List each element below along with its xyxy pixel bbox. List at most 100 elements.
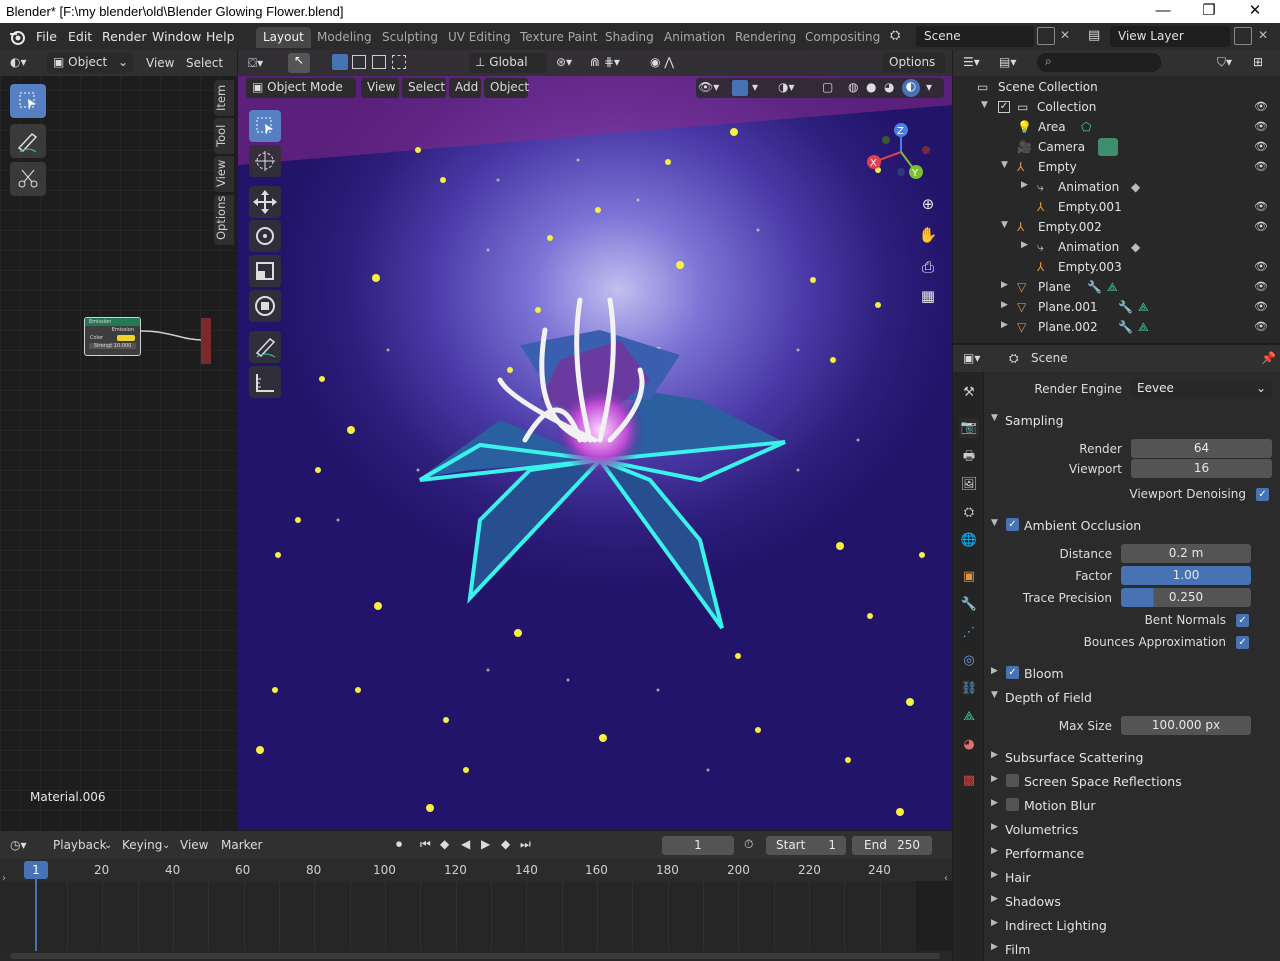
xray-icon[interactable]: ▢ bbox=[822, 80, 833, 94]
ao-trace-precision-slider[interactable]: 0.250 bbox=[1121, 588, 1251, 607]
menu-view[interactable]: View bbox=[361, 78, 399, 98]
select-invert-icon[interactable] bbox=[392, 55, 406, 69]
outliner-row-empty-002[interactable]: ▼ ⅄ Empty.002 👁 bbox=[955, 217, 1278, 237]
menu-edit[interactable]: Edit bbox=[68, 29, 92, 44]
bounces-approximation-checkbox[interactable]: ✓ bbox=[1236, 636, 1249, 649]
select-box-tool[interactable] bbox=[249, 110, 281, 142]
measure-tool[interactable] bbox=[249, 366, 281, 398]
rotate-tool[interactable] bbox=[249, 220, 281, 252]
play-icon[interactable]: ▶ bbox=[481, 837, 490, 851]
tab-options[interactable]: Options bbox=[214, 195, 234, 245]
bloom-panel-header[interactable]: ▶ ✓ Bloom bbox=[988, 662, 1274, 684]
tab-animation[interactable]: Animation bbox=[657, 27, 732, 48]
material-shading-icon[interactable]: ◕ bbox=[884, 80, 894, 94]
render-engine-dropdown[interactable]: Eevee ⌄ bbox=[1131, 379, 1272, 398]
output-tab-icon[interactable]: 🖶 bbox=[959, 447, 979, 467]
tab-view[interactable]: View bbox=[214, 156, 234, 192]
editor-type-icon[interactable]: ◐▾ bbox=[10, 55, 27, 69]
motion-blur-panel-header[interactable]: ▶ Motion Blur bbox=[988, 794, 1274, 816]
menu-playback[interactable]: Playback bbox=[53, 838, 107, 852]
max-size-field[interactable]: 100.000 px bbox=[1121, 716, 1251, 735]
subsurface-scattering-panel-header[interactable]: ▶ Subsurface Scattering bbox=[988, 746, 1274, 768]
camera-view-icon[interactable]: ⎙ bbox=[918, 258, 938, 278]
pan-hand-icon[interactable]: ✋ bbox=[918, 226, 938, 246]
volumetrics-panel-header[interactable]: ▶ Volumetrics bbox=[988, 818, 1274, 840]
menu-view[interactable]: View bbox=[180, 838, 208, 852]
scene-field[interactable]: Scene bbox=[916, 26, 1034, 47]
outliner-row-empty-003[interactable]: ⅄ Empty.003 👁 bbox=[955, 257, 1278, 277]
eye-icon[interactable]: 👁 bbox=[1254, 120, 1268, 133]
pin-icon[interactable]: 📌 bbox=[1261, 351, 1276, 365]
select-mode-button[interactable]: ↖ bbox=[288, 53, 310, 73]
eye-icon[interactable]: 👁 bbox=[1254, 300, 1268, 313]
menu-view[interactable]: View bbox=[146, 56, 174, 70]
outliner-row-animation-2[interactable]: ▶ ⤷ Animation ◆ bbox=[955, 237, 1278, 257]
performance-panel-header[interactable]: ▶ Performance bbox=[988, 842, 1274, 864]
hair-panel-header[interactable]: ▶ Hair bbox=[988, 866, 1274, 888]
menu-select[interactable]: Select bbox=[402, 78, 446, 98]
select-new-icon[interactable] bbox=[332, 54, 348, 70]
tab-compositing[interactable]: Compositing bbox=[798, 27, 887, 48]
menu-object[interactable]: Object bbox=[484, 78, 529, 98]
menu-select[interactable]: Select bbox=[186, 56, 223, 70]
tab-texture-paint[interactable]: Texture Paint bbox=[513, 27, 604, 48]
play-reverse-icon[interactable]: ◀ bbox=[461, 837, 470, 851]
select-subtract-icon[interactable] bbox=[372, 55, 386, 69]
menu-window[interactable]: Window bbox=[152, 29, 201, 44]
object-tab-icon[interactable]: ▣ bbox=[959, 567, 979, 587]
zoom-icon[interactable]: ⊕ bbox=[918, 195, 938, 215]
eye-icon[interactable]: 👁 bbox=[1254, 200, 1268, 213]
expand-arrow-icon[interactable]: ▶ bbox=[1021, 180, 1035, 194]
display-mode-icon[interactable]: ▤▾ bbox=[999, 55, 1016, 69]
rendered-shading-icon[interactable]: ◐ bbox=[902, 79, 920, 97]
viewport-denoising-checkbox[interactable]: ✓ bbox=[1256, 488, 1269, 501]
remove-view-layer-icon[interactable]: ✕ bbox=[1258, 28, 1268, 42]
stopwatch-icon[interactable]: ⏱ bbox=[744, 837, 753, 852]
tab-modeling[interactable]: Modeling bbox=[310, 27, 379, 48]
bloom-checkbox[interactable]: ✓ bbox=[1006, 666, 1019, 679]
eye-icon[interactable]: 👁 bbox=[1254, 280, 1268, 293]
indirect-lighting-panel-header[interactable]: ▶ Indirect Lighting bbox=[988, 914, 1274, 936]
expand-arrow-icon[interactable]: ▶ bbox=[1001, 320, 1015, 334]
shadows-panel-header[interactable]: ▶ Shadows bbox=[988, 890, 1274, 912]
new-collection-icon[interactable]: ⊞ bbox=[1253, 55, 1263, 69]
current-frame-field[interactable]: 1 bbox=[662, 836, 734, 855]
jump-end-icon[interactable]: ⏭ bbox=[520, 837, 531, 852]
snap-icon[interactable]: ⋒ ⋕▾ bbox=[590, 55, 620, 69]
render-samples-field[interactable]: 64 bbox=[1131, 439, 1272, 458]
tab-uv-editing[interactable]: UV Editing bbox=[441, 27, 518, 48]
options-dropdown[interactable]: Options bbox=[883, 53, 945, 73]
3d-viewport[interactable] bbox=[238, 50, 952, 830]
overlays-icon[interactable]: ◑▾ bbox=[778, 80, 795, 94]
modifier-tab-icon[interactable]: 🔧 bbox=[959, 595, 979, 615]
viewport-editor-type-icon[interactable]: ⛋▾ bbox=[248, 56, 263, 71]
physics-tab-icon[interactable]: ◎ bbox=[959, 651, 979, 671]
annotate-tool-button[interactable] bbox=[10, 124, 46, 158]
material-tab-icon[interactable]: ◕ bbox=[959, 735, 979, 755]
wireframe-shading-icon[interactable]: ◍ bbox=[848, 80, 858, 94]
emission-node[interactable]: Emission Emission Color Strengt 10.000 bbox=[84, 317, 141, 356]
remove-scene-icon[interactable]: ✕ bbox=[1060, 28, 1070, 42]
tab-sculpting[interactable]: Sculpting bbox=[375, 27, 445, 48]
proportional-edit-icon[interactable]: ◉ ⋀ bbox=[650, 55, 674, 69]
screen-space-reflections-panel-header[interactable]: ▶ Screen Space Reflections bbox=[988, 770, 1274, 792]
ssr-checkbox[interactable] bbox=[1006, 774, 1019, 787]
expand-arrow-icon[interactable]: ▶ bbox=[1021, 240, 1035, 254]
prev-keyframe-icon[interactable]: ◆ bbox=[440, 837, 449, 851]
expand-arrow-icon[interactable]: ▶ bbox=[1001, 280, 1015, 294]
outliner-editor-type-icon[interactable]: ☰▾ bbox=[963, 55, 980, 69]
visibility-icon[interactable]: 👁▾ bbox=[698, 80, 719, 94]
timeline-editor-type-icon[interactable]: ◷▾ bbox=[10, 838, 27, 852]
menu-add[interactable]: Add bbox=[449, 78, 481, 98]
menu-help[interactable]: Help bbox=[206, 29, 235, 44]
close-button[interactable]: ✕ bbox=[1232, 0, 1278, 23]
node-strength-field[interactable]: Strengt 10.000 bbox=[89, 343, 136, 349]
minimize-button[interactable]: — bbox=[1140, 0, 1186, 23]
tab-tool[interactable]: Tool bbox=[214, 118, 234, 154]
view-layer-icon[interactable]: ▤ bbox=[1088, 28, 1100, 43]
timeline-scrollbar[interactable] bbox=[10, 953, 940, 959]
outliner-row-camera[interactable]: 🎥 Camera 👁 bbox=[955, 137, 1278, 157]
tool-tab-icon[interactable]: ⚒ bbox=[959, 383, 979, 403]
tab-item[interactable]: Item bbox=[214, 80, 234, 116]
outliner-row-empty[interactable]: ▼ ⅄ Empty 👁 bbox=[955, 157, 1278, 177]
